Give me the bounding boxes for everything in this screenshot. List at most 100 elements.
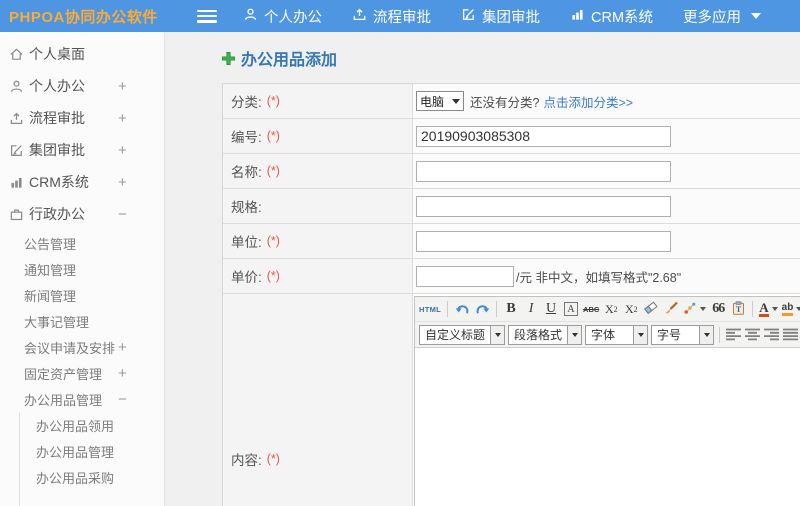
sidebar-item-office-supplies-mgmt[interactable]: 办公用品管理 −: [0, 386, 164, 412]
expand-icon[interactable]: +: [118, 174, 127, 191]
name-input[interactable]: [416, 160, 671, 182]
align-justify-button[interactable]: [782, 325, 798, 345]
brush-icon: [664, 301, 679, 318]
sidebar-item-label: 新闻管理: [24, 288, 77, 304]
required-mark: (*): [266, 269, 280, 283]
sidebar-item-announcement-mgmt[interactable]: 公告管理: [0, 230, 164, 256]
sidebar-item-fixed-assets-mgmt[interactable]: 固定资产管理 +: [0, 360, 164, 386]
page-title: 办公用品添加: [222, 46, 337, 70]
nav-crm-system[interactable]: CRM系统: [570, 6, 653, 27]
toolbar-separator: [752, 301, 754, 317]
highlight-color-button[interactable]: ab: [781, 299, 800, 319]
sup-base: X: [604, 301, 614, 316]
bar-chart-icon: [570, 7, 585, 26]
undo-button[interactable]: [454, 299, 470, 319]
nav-label: 更多应用: [683, 9, 742, 26]
font-family-select[interactable]: 字体: [585, 324, 649, 345]
paragraph-format-select[interactable]: 段落格式: [508, 324, 583, 345]
sidebar-item-label: 办公用品管理: [36, 444, 115, 460]
sidebar-item-personal-office[interactable]: 个人办公 +: [0, 70, 164, 102]
caret-down-icon: [751, 13, 762, 19]
text-style-button[interactable]: A: [563, 299, 579, 319]
number-input[interactable]: [416, 125, 671, 147]
form-row-unit: 单位: (*): [223, 224, 800, 259]
sidebar-item-news-mgmt[interactable]: 新闻管理: [0, 282, 164, 308]
bar-chart-icon: [8, 174, 24, 190]
form-row-price: 单价: (*) /元 非中文，如填写格式"2.68": [223, 259, 800, 294]
expand-icon[interactable]: +: [118, 339, 127, 356]
redo-button[interactable]: [474, 299, 490, 319]
editor-toolbar-row2: 自定义标题 段落格式 字体 字号: [415, 322, 800, 348]
underline-button[interactable]: U: [543, 299, 559, 319]
home-icon: [8, 46, 24, 62]
size-select-value: 字号: [657, 327, 682, 342]
category-hint: 还没有分类?: [470, 95, 540, 110]
expand-icon[interactable]: +: [118, 78, 127, 95]
align-right-button[interactable]: [763, 325, 779, 345]
sidebar-item-supplies-claim[interactable]: 办公用品领用: [0, 412, 164, 438]
content-label: 内容:: [231, 453, 262, 468]
font-color-button[interactable]: A: [759, 299, 778, 319]
select-caret-icon: [699, 325, 714, 344]
user-icon: [8, 78, 24, 94]
strikethrough-button[interactable]: ABC: [583, 299, 599, 319]
add-category-link[interactable]: 点击添加分类>>: [543, 92, 633, 111]
sidebar-item-label: 办公用品采购: [36, 470, 115, 486]
sidebar-item-label: 大事记管理: [24, 314, 90, 330]
price-input[interactable]: [416, 265, 514, 287]
spec-input[interactable]: [416, 195, 671, 217]
subscript-button[interactable]: X2: [623, 299, 639, 319]
sidebar-item-label: 个人办公: [29, 78, 85, 94]
sidebar-item-notice-mgmt[interactable]: 通知管理: [0, 256, 164, 282]
app-logo: PHPOA协同办公软件: [9, 8, 158, 26]
expand-icon[interactable]: +: [118, 110, 127, 127]
align-center-button[interactable]: [744, 325, 760, 345]
superscript-button[interactable]: X2: [603, 299, 619, 319]
sidebar-item-personal-desktop[interactable]: 个人桌面: [0, 38, 164, 70]
clipboard-icon: T: [732, 300, 745, 318]
align-left-button[interactable]: [725, 325, 741, 345]
sidebar-item-label: 会议申请及安排: [24, 340, 116, 356]
quick-format-button[interactable]: [683, 299, 707, 319]
sidebar-item-supplies-manage[interactable]: 办公用品管理: [0, 438, 164, 464]
blockquote-button[interactable]: 66: [710, 299, 726, 319]
bold-button[interactable]: B: [503, 299, 519, 319]
nav-personal-office[interactable]: 个人办公: [243, 6, 322, 27]
nav-label: 集团审批: [482, 9, 540, 26]
price-label: 单价:: [231, 270, 262, 285]
unit-label: 单位:: [231, 235, 262, 250]
html-source-button[interactable]: HTML: [419, 299, 441, 319]
expand-icon[interactable]: +: [118, 365, 127, 382]
sidebar-item-flow-approval[interactable]: 流程审批 +: [0, 102, 164, 134]
name-label: 名称:: [231, 165, 262, 180]
editor-content-area[interactable]: [415, 348, 800, 506]
nav-more-apps[interactable]: 更多应用: [683, 6, 762, 27]
highlight-icon: ab: [781, 302, 794, 316]
italic-button[interactable]: I: [523, 299, 539, 319]
collapse-icon[interactable]: −: [118, 206, 127, 223]
main-content: 办公用品添加 分类: (*) 电脑 还没有分类? 点击添加分类>> 编号: (*): [165, 32, 800, 506]
briefcase-icon: [8, 206, 24, 222]
category-label: 分类:: [231, 95, 262, 110]
nav-group-approval[interactable]: 集团审批: [461, 6, 540, 27]
remove-format-button[interactable]: [643, 299, 659, 319]
heading-select[interactable]: 自定义标题: [419, 324, 506, 345]
sub-exp: 2: [633, 304, 638, 314]
expand-icon[interactable]: +: [118, 142, 127, 159]
sidebar-item-supplies-purchase[interactable]: 办公用品采购: [0, 464, 164, 490]
collapse-icon[interactable]: −: [118, 391, 127, 408]
unit-input[interactable]: [416, 230, 671, 252]
sidebar-item-group-approval[interactable]: 集团审批 +: [0, 134, 164, 166]
nav-flow-approval[interactable]: 流程审批: [352, 6, 431, 27]
nav-label: 个人办公: [264, 9, 322, 26]
sidebar-item-crm[interactable]: CRM系统 +: [0, 166, 164, 198]
format-painter-button[interactable]: [663, 299, 679, 319]
font-size-select[interactable]: 字号: [651, 324, 715, 345]
category-select[interactable]: 电脑: [416, 91, 464, 111]
sidebar-item-admin-office[interactable]: 行政办公 −: [0, 198, 164, 230]
sidebar-item-events-mgmt[interactable]: 大事记管理: [0, 308, 164, 334]
sidebar-item-meeting-mgmt[interactable]: 会议申请及安排 +: [0, 334, 164, 360]
hamburger-menu-icon[interactable]: [197, 9, 217, 23]
paste-plain-text-button[interactable]: T: [730, 299, 746, 319]
select-caret-icon: [633, 325, 648, 344]
